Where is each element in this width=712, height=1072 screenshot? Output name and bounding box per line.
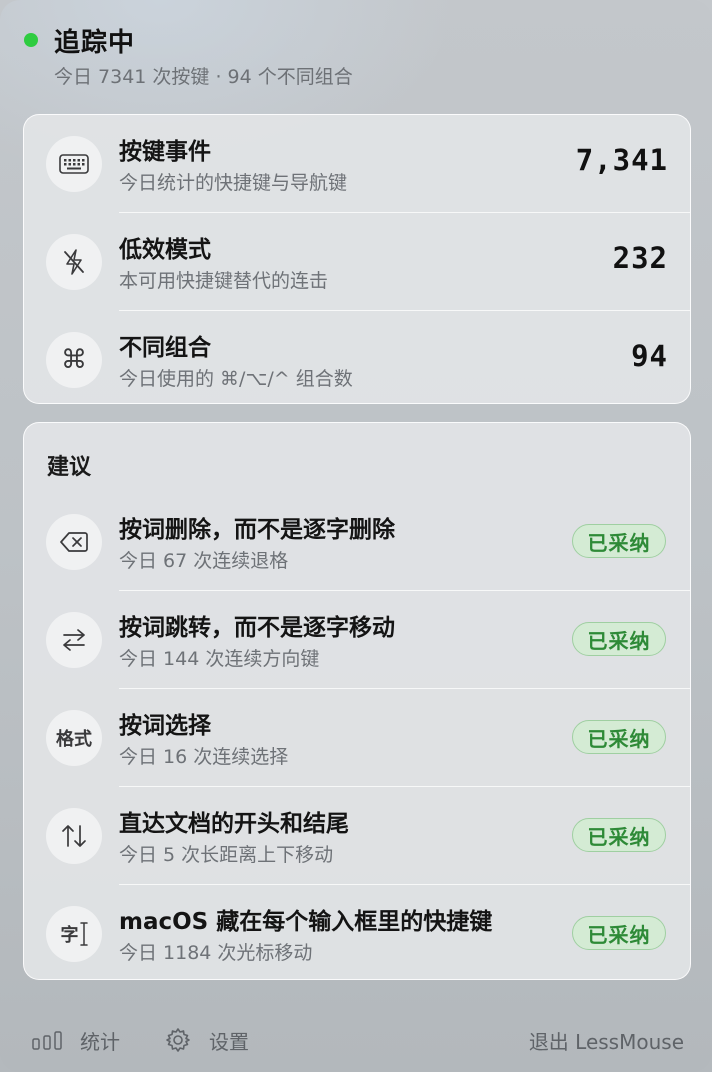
delete-backward-icon bbox=[46, 514, 102, 570]
suggestion-title: 按词选择 bbox=[119, 713, 211, 739]
suggestion-row[interactable]: 直达文档的开头和结尾 今日 5 次长距离上下移动 已采纳 bbox=[24, 787, 690, 885]
footer-bar: 统计 设置 退出 LessMouse bbox=[0, 1018, 712, 1062]
suggestion-subtitle: 今日 5 次长距离上下移动 bbox=[119, 844, 334, 866]
text-cursor-icon: 字 bbox=[46, 906, 102, 962]
format-icon-text: 格式 bbox=[56, 729, 92, 750]
suggestion-row[interactable]: 按词删除，而不是逐字删除 今日 67 次连续退格 已采纳 bbox=[24, 493, 690, 591]
suggestion-row[interactable]: 字 macOS 藏在每个输入框里的快捷键 今日 1184 次光标移动 已采纳 bbox=[24, 885, 690, 983]
stat-row-inefficient: 低效模式 本可用快捷键替代的连击 232 bbox=[24, 213, 690, 311]
suggestion-title: 按词删除，而不是逐字删除 bbox=[119, 517, 395, 543]
adopted-badge[interactable]: 已采纳 bbox=[572, 622, 666, 656]
suggestions-heading: 建议 bbox=[47, 455, 92, 480]
arrows-left-right-icon bbox=[46, 612, 102, 668]
stat-title: 按键事件 bbox=[119, 139, 211, 165]
quit-label: 退出 LessMouse bbox=[528, 1029, 684, 1054]
adopted-badge[interactable]: 已采纳 bbox=[572, 524, 666, 558]
suggestion-row[interactable]: 格式 按词选择 今日 16 次连续选择 已采纳 bbox=[24, 689, 690, 787]
stat-row-key-events: 按键事件 今日统计的快捷键与导航键 7,341 bbox=[24, 115, 690, 213]
stat-title: 低效模式 bbox=[119, 237, 211, 263]
settings-button[interactable]: 设置 bbox=[165, 1024, 249, 1056]
suggestion-title: macOS 藏在每个输入框里的快捷键 bbox=[119, 909, 493, 935]
status-title: 追踪中 bbox=[54, 27, 136, 58]
stats-button[interactable]: 统计 bbox=[32, 1024, 120, 1056]
adopted-badge[interactable]: 已采纳 bbox=[572, 818, 666, 852]
lightning-off-icon bbox=[46, 234, 102, 290]
suggestions-card: 建议 按词删除，而不是逐字删除 今日 67 次连续退格 已采纳 按词跳转，而不是… bbox=[23, 422, 691, 980]
command-icon: ⌘ bbox=[46, 332, 102, 388]
quit-button[interactable]: 退出 LessMouse bbox=[529, 1024, 684, 1056]
suggestion-row[interactable]: 按词跳转，而不是逐字移动 今日 144 次连续方向键 已采纳 bbox=[24, 591, 690, 689]
adopted-badge[interactable]: 已采纳 bbox=[572, 720, 666, 754]
status-subtitle: 今日 7341 次按键 · 94 个不同组合 bbox=[54, 66, 353, 88]
status-indicator-dot bbox=[24, 33, 38, 47]
keyboard-icon bbox=[46, 136, 102, 192]
format-icon: 格式 bbox=[46, 710, 102, 766]
stats-card: 按键事件 今日统计的快捷键与导航键 7,341 低效模式 本可用快捷键替代的连击… bbox=[23, 114, 691, 404]
suggestion-title: 按词跳转，而不是逐字移动 bbox=[119, 615, 395, 641]
text-cursor-icon-text: 字 bbox=[60, 925, 79, 946]
status-header: 追踪中 今日 7341 次按键 · 94 个不同组合 bbox=[22, 22, 682, 89]
bar-chart-icon bbox=[32, 1030, 62, 1050]
stat-row-combos: ⌘ 不同组合 今日使用的 ⌘/⌥/^ 组合数 94 bbox=[24, 311, 690, 409]
suggestion-title: 直达文档的开头和结尾 bbox=[119, 811, 349, 837]
stat-title: 不同组合 bbox=[119, 335, 211, 361]
suggestion-subtitle: 今日 1184 次光标移动 bbox=[119, 942, 313, 964]
gear-icon bbox=[165, 1027, 191, 1053]
adopted-badge[interactable]: 已采纳 bbox=[572, 916, 666, 950]
suggestion-subtitle: 今日 16 次连续选择 bbox=[119, 746, 289, 768]
arrows-up-down-icon bbox=[46, 808, 102, 864]
settings-label: 设置 bbox=[209, 1029, 249, 1054]
suggestion-subtitle: 今日 67 次连续退格 bbox=[119, 550, 289, 572]
stat-value: 232 bbox=[612, 241, 668, 275]
stats-label: 统计 bbox=[80, 1029, 120, 1054]
stat-subtitle: 本可用快捷键替代的连击 bbox=[119, 270, 329, 292]
stat-subtitle: 今日使用的 ⌘/⌥/^ 组合数 bbox=[119, 368, 353, 390]
suggestion-subtitle: 今日 144 次连续方向键 bbox=[119, 648, 320, 670]
stat-subtitle: 今日统计的快捷键与导航键 bbox=[119, 172, 348, 194]
menu-panel: 追踪中 今日 7341 次按键 · 94 个不同组合 按键事件 今日统计的快捷键… bbox=[0, 0, 712, 1072]
stat-value: 94 bbox=[631, 339, 668, 373]
stat-value: 7,341 bbox=[575, 143, 668, 177]
